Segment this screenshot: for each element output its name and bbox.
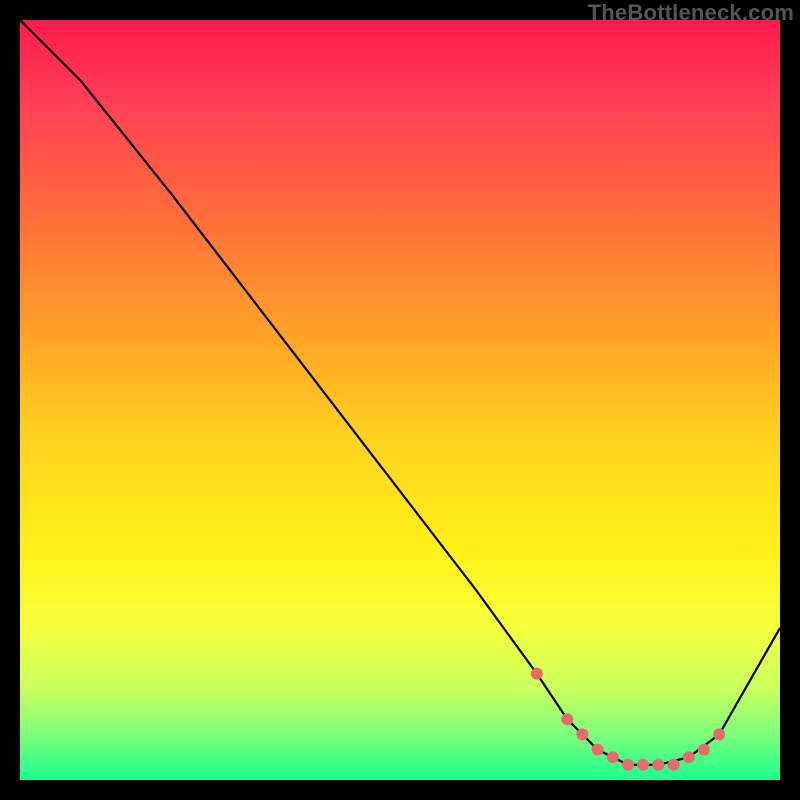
marker-dot	[561, 713, 573, 725]
marker-dot	[531, 668, 543, 680]
bottleneck-curve	[20, 20, 780, 765]
marker-dot	[668, 759, 680, 771]
marker-dots	[531, 668, 725, 771]
marker-dot	[637, 759, 649, 771]
marker-dot	[683, 751, 695, 763]
marker-dot	[622, 759, 634, 771]
plot-area	[20, 20, 780, 780]
marker-dot	[576, 728, 588, 740]
marker-dot	[713, 728, 725, 740]
marker-dot	[592, 744, 604, 756]
marker-dot	[698, 744, 710, 756]
chart-stage: TheBottleneck.com	[0, 0, 800, 800]
curve-svg	[20, 20, 780, 780]
marker-dot	[652, 759, 664, 771]
marker-dot	[607, 751, 619, 763]
